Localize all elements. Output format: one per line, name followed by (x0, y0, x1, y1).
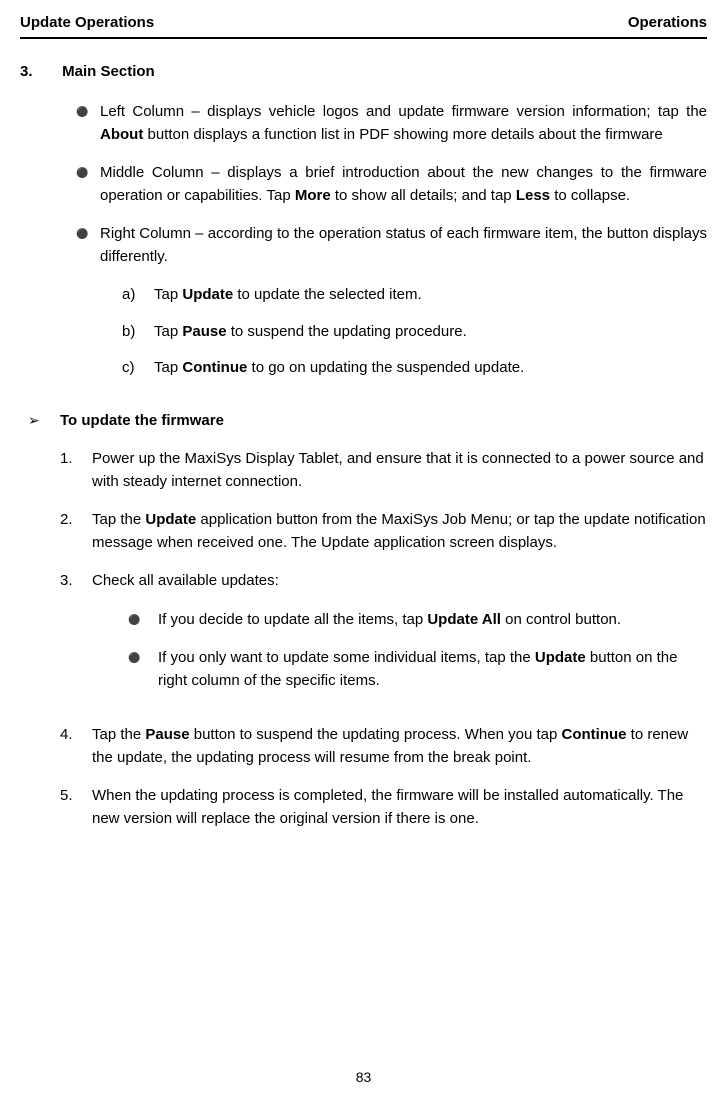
bold-text: Update (182, 286, 233, 303)
text: to update the selected item. (233, 286, 421, 303)
sub-ordered-item: c) Tap Continue to go on updating the su… (122, 357, 707, 380)
step-content: Tap the Pause button to suspend the upda… (92, 724, 707, 769)
sub-content: Tap Update to update the selected item. (154, 284, 422, 307)
bullet-item: ⚫ Middle Column – displays a brief intro… (76, 162, 707, 207)
step-item: 2. Tap the Update application button fro… (60, 509, 707, 554)
text: If you only want to update some individu… (158, 649, 535, 666)
text: to collapse. (550, 187, 630, 204)
step-item: 4. Tap the Pause button to suspend the u… (60, 724, 707, 769)
bullet-content: Middle Column – displays a brief introdu… (100, 162, 707, 207)
page-number: 83 (0, 1067, 727, 1088)
bold-text: Update All (427, 611, 501, 628)
nested-content: If you only want to update some individu… (158, 647, 707, 692)
nested-content: If you decide to update all the items, t… (158, 609, 707, 632)
steps-list: 1. Power up the MaxiSys Display Tablet, … (60, 448, 707, 830)
nested-bullet-item: ⚫ If you decide to update all the items,… (128, 609, 707, 632)
disc-bullet-icon: ⚫ (128, 609, 158, 632)
step-item: 5. When the updating process is complete… (60, 785, 707, 830)
ordered-marker: a) (122, 284, 154, 307)
step-item: 1. Power up the MaxiSys Display Tablet, … (60, 448, 707, 493)
step-number: 4. (60, 724, 92, 769)
bold-text: Continue (562, 726, 627, 743)
text: Tap (154, 286, 182, 303)
step-number: 3. (60, 570, 92, 708)
section-title: Main Section (62, 63, 155, 80)
text: button to suspend the updating process. … (190, 726, 562, 743)
sub-content: Tap Continue to go on updating the suspe… (154, 357, 524, 380)
text: Check all available updates: (92, 572, 279, 589)
step-content: Power up the MaxiSys Display Tablet, and… (92, 448, 707, 493)
sub-ordered-list: a) Tap Update to update the selected ite… (122, 284, 707, 380)
disc-bullet-icon: ⚫ (76, 101, 100, 146)
sub-ordered-item: a) Tap Update to update the selected ite… (122, 284, 707, 307)
arrow-icon: ➢ (20, 410, 60, 433)
sub-content: Tap Pause to suspend the updating proced… (154, 321, 467, 344)
ordered-marker: b) (122, 321, 154, 344)
nested-bullet-list: ⚫ If you decide to update all the items,… (128, 609, 707, 693)
header-left: Update Operations (20, 12, 154, 35)
text: Tap (154, 359, 182, 376)
step-number: 2. (60, 509, 92, 554)
section-number: 3. (20, 61, 58, 84)
bold-text: Pause (145, 726, 189, 743)
bold-text: Update (145, 511, 196, 528)
step-number: 1. (60, 448, 92, 493)
bullet-content: Right Column – according to the operatio… (100, 223, 707, 394)
sub-ordered-item: b) Tap Pause to suspend the updating pro… (122, 321, 707, 344)
text: Right Column – according to the operatio… (100, 225, 707, 265)
nested-bullet-item: ⚫ If you only want to update some indivi… (128, 647, 707, 692)
bullet-content: Left Column – displays vehicle logos and… (100, 101, 707, 146)
step-item: 3. Check all available updates: ⚫ If you… (60, 570, 707, 708)
disc-bullet-icon: ⚫ (76, 223, 100, 394)
text: to suspend the updating procedure. (227, 323, 467, 340)
text: If you decide to update all the items, t… (158, 611, 427, 628)
text: Tap (154, 323, 182, 340)
header-right: Operations (628, 12, 707, 35)
bold-text: Less (516, 187, 550, 204)
step-number: 5. (60, 785, 92, 830)
bullet-item: ⚫ Left Column – displays vehicle logos a… (76, 101, 707, 146)
bold-text: Pause (182, 323, 226, 340)
step-content: Check all available updates: ⚫ If you de… (92, 570, 707, 708)
disc-bullet-icon: ⚫ (128, 647, 158, 692)
arrow-heading: ➢ To update the firmware (20, 410, 707, 433)
bold-text: Continue (182, 359, 247, 376)
arrow-label: To update the firmware (60, 410, 224, 433)
text: button displays a function list in PDF s… (143, 126, 662, 143)
ordered-marker: c) (122, 357, 154, 380)
text: Tap the (92, 511, 145, 528)
text: Left Column – displays vehicle logos and… (100, 103, 707, 120)
text: on control button. (501, 611, 621, 628)
bullet-item: ⚫ Right Column – according to the operat… (76, 223, 707, 394)
bold-text: Update (535, 649, 586, 666)
step-content: Tap the Update application button from t… (92, 509, 707, 554)
text: Tap the (92, 726, 145, 743)
page-header: Update Operations Operations (20, 12, 707, 39)
section-heading: 3. Main Section (20, 61, 707, 84)
step-content: When the updating process is completed, … (92, 785, 707, 830)
bold-text: More (295, 187, 331, 204)
text: to show all details; and tap (331, 187, 516, 204)
text: to go on updating the suspended update. (247, 359, 524, 376)
disc-bullet-icon: ⚫ (76, 162, 100, 207)
bold-text: About (100, 126, 143, 143)
main-bullet-list: ⚫ Left Column – displays vehicle logos a… (76, 101, 707, 394)
